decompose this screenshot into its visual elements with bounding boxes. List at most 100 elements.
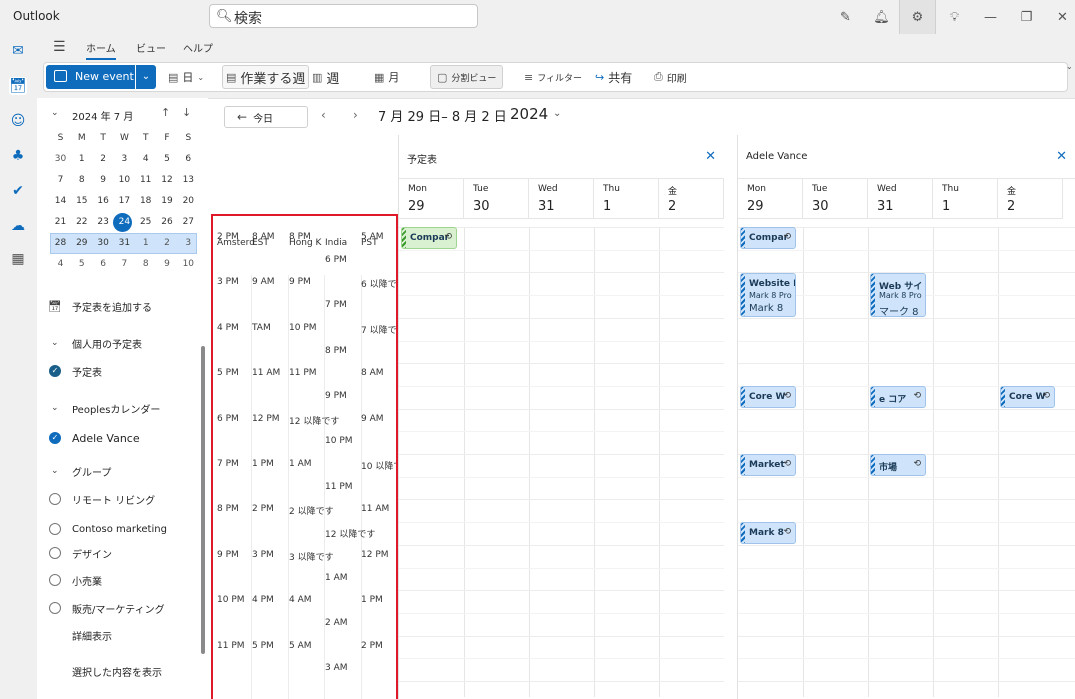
group-item-retail[interactable]: 小売業 [37,570,208,590]
month-view-button[interactable]: ▦ 月 [374,65,399,89]
filter-button[interactable]: ≡ フィルター [524,65,582,89]
mini-cal-day[interactable]: 9 [157,254,178,275]
mini-cal-day[interactable]: 3 [114,149,135,170]
mini-cal-day[interactable]: 10 [178,254,199,275]
mini-cal-day[interactable]: 30 [50,149,71,170]
day-header[interactable]: Mon 29 [399,179,464,219]
calendar-event[interactable]: Mark 8 ⟲ [740,522,796,544]
day-header[interactable]: Tue 30 [464,179,529,219]
today-button[interactable]: ← 今日 [224,106,308,128]
mini-cal-day[interactable]: 5 [157,149,178,170]
mini-cal-day[interactable]: 11 [135,170,156,191]
mini-cal-day[interactable]: 24 [114,212,135,233]
mini-cal-day[interactable]: 9 [93,170,114,191]
mini-cal-day[interactable]: 25 [135,212,156,233]
minimize-icon[interactable]: — [972,0,1009,34]
mini-cal-day[interactable]: 26 [157,212,178,233]
compose-icon[interactable]: ✎ [827,0,864,34]
calendar-event[interactable]: Market ⟲ [740,454,796,476]
mini-cal-day[interactable]: 20 [178,191,199,212]
calendar-item-personal[interactable]: ✓ 予定表 [37,361,208,381]
calendar-icon[interactable]: 📅︎ [9,77,27,95]
radio-circle-icon[interactable] [49,574,61,586]
mini-cal-day[interactable]: 23 [93,212,114,233]
mini-cal-day[interactable]: 2 [93,149,114,170]
people-icon[interactable]: ☺ [9,112,27,130]
date-range-label[interactable]: 7 月 29 日– 8 月 2 日 [378,106,507,125]
calendar-event[interactable]: Compar ⟲ [401,227,457,249]
calendar-item-adele-vance[interactable]: ✓ Adele Vance [37,428,208,448]
search-input[interactable]: 検索 [234,8,262,28]
mini-cal-day[interactable]: 27 [178,212,199,233]
mini-cal-day[interactable]: 7 [50,170,71,191]
lightbulb-icon[interactable]: 💡︎ [936,0,973,34]
mini-cal-day[interactable]: 12 [157,170,178,191]
time-grid[interactable]: Compar⟲Website RMark 8 ProMark 8Web サイト … [738,227,1075,697]
day-header[interactable]: Wed 31 [868,179,933,219]
add-calendar-link[interactable]: 📅︎ 予定表を追加する [37,296,208,316]
mini-cal-day[interactable]: 4 [135,149,156,170]
group-item-contoso-marketing[interactable]: Contoso marketing [37,519,208,539]
mini-cal-day[interactable]: 8 [71,170,92,191]
tab-view[interactable]: ビュー [136,40,166,55]
week-view-button[interactable]: ▥ 週 [312,65,339,89]
tab-help[interactable]: ヘルプ [183,40,213,55]
mini-cal-day[interactable]: 1 [135,233,156,254]
groups-group[interactable]: ⌄ グループ [37,461,208,481]
day-header[interactable]: Tue 30 [803,179,868,219]
restore-icon[interactable]: ❐ [1008,0,1045,34]
show-selected-link[interactable]: 選択した内容を表示 [37,661,208,681]
share-button[interactable]: ↪ 共有 [595,65,632,89]
mini-cal-day[interactable]: 2 [157,233,178,254]
radio-circle-icon[interactable] [49,547,61,559]
group-item-design[interactable]: デザイン [37,543,208,563]
show-more-link[interactable]: 詳細表示 [37,625,208,645]
mini-cal-collapse-chevron-icon[interactable]: ⌄ [51,108,59,118]
mini-cal-day[interactable]: 5 [71,254,92,275]
todo-check-icon[interactable]: ✔ [9,182,27,200]
mini-cal-next-arrow-icon[interactable]: ↓ [182,106,191,119]
prev-week-chevron-icon[interactable]: ‹ [321,108,326,122]
new-event-button[interactable]: New event [46,65,135,89]
people-calendars-group[interactable]: ⌄ Peoplesカレンダー [37,398,208,418]
radio-circle-icon[interactable] [49,602,61,614]
day-header[interactable]: 金2 [998,179,1063,219]
day-header[interactable]: Wed 31 [529,179,594,219]
new-event-dropdown[interactable]: ⌄ [136,65,156,89]
onedrive-cloud-icon[interactable]: ☁ [9,217,27,235]
close-icon[interactable]: ✕ [1056,149,1067,164]
mini-cal-day[interactable]: 10 [114,170,135,191]
mini-cal-day[interactable]: 16 [93,191,114,212]
mini-cal-day[interactable]: 29 [71,233,92,254]
day-header[interactable]: Thu 1 [594,179,659,219]
mini-cal-day[interactable]: 31 [114,233,135,254]
hamburger-menu-icon[interactable]: ☰ [53,39,66,55]
close-icon[interactable]: ✕ [705,149,716,164]
tab-home[interactable]: ホーム [86,40,116,60]
next-week-chevron-icon[interactable]: › [353,108,358,122]
mini-cal-day[interactable]: 21 [50,212,71,233]
personal-calendars-group[interactable]: ⌄ 個人用の予定表 [37,333,208,353]
mini-cal-prev-arrow-icon[interactable]: ↑ [161,106,170,119]
radio-circle-icon[interactable] [49,493,61,505]
radio-circle-icon[interactable] [49,523,61,535]
day-view-button[interactable]: ▤ 日 ⌄ [168,65,204,89]
mini-cal-day[interactable]: 19 [157,191,178,212]
mini-cal-day[interactable]: 18 [135,191,156,212]
day-header[interactable]: 金2 [659,179,724,219]
day-header[interactable]: Thu 1 [933,179,998,219]
day-header[interactable]: Mon 29 [738,179,803,219]
apps-icon[interactable]: ▦ [9,250,27,268]
teams-icon[interactable]: ♣ [9,147,27,165]
ribbon-expand-chevron[interactable]: ⌄ [1066,62,1073,71]
year-label[interactable]: 2024 [510,105,548,123]
calendar-event[interactable]: Compar ⟲ [740,227,796,249]
mini-cal-day[interactable]: 8 [135,254,156,275]
group-item-sales-marketing[interactable]: 販売/マーケティング [37,598,208,618]
work-week-view-button[interactable]: ▤ 作業する週 [222,65,310,89]
mail-icon[interactable]: ✉ [9,42,27,60]
calendar-event[interactable]: e コア ⟲ [870,386,926,408]
check-circle-icon[interactable]: ✓ [49,432,61,444]
mini-cal-day[interactable]: 28 [50,233,71,254]
sidebar-scrollbar[interactable] [201,346,205,654]
